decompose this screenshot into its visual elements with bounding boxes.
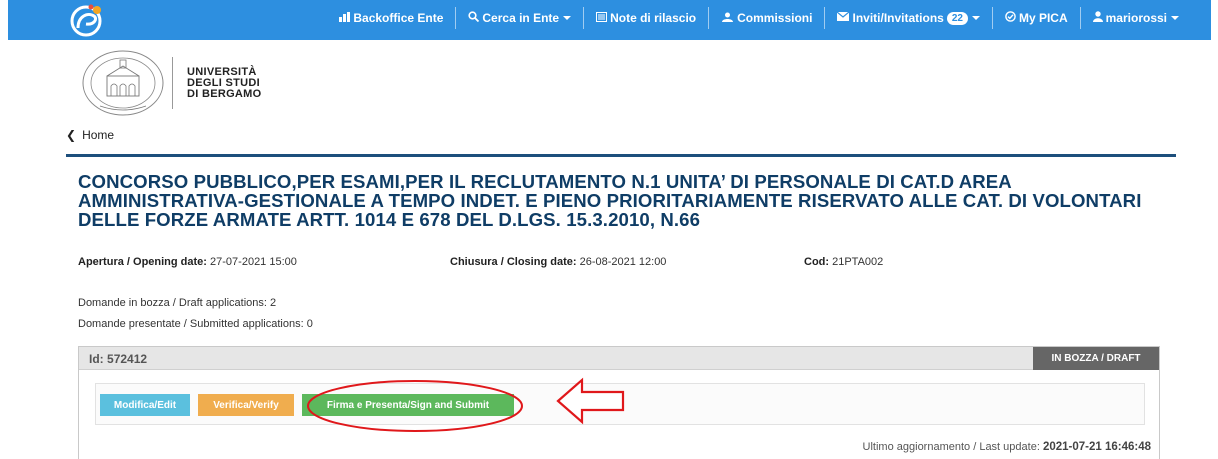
university-name-line-2: DEGLI STUDI (187, 76, 260, 89)
group-icon (721, 12, 734, 25)
section-divider (66, 154, 1176, 157)
search-icon (468, 11, 480, 25)
code-label: Cod: (804, 256, 830, 268)
university-name-line-1: UNIVERSITÀ (187, 65, 257, 78)
opening-date-value: 27-07-2021 15:00 (210, 256, 297, 268)
home-link[interactable]: ❮ Home (66, 128, 114, 142)
last-update: Ultimo aggiornamento / Last update: 2021… (863, 441, 1151, 453)
nav-inviti-label: Inviti/Invitations (852, 11, 944, 25)
opening-date-label: Apertura / Opening date: (78, 256, 207, 268)
nav-my-pica-label: My PICA (1018, 11, 1068, 25)
nav-backoffice-ente-label: Backoffice Ente (353, 11, 444, 25)
nav-user-menu[interactable]: mariorossi (1079, 7, 1191, 29)
closing-date-value: 26-08-2021 12:00 (579, 256, 667, 268)
nav-cerca-in-ente-label: Cerca in Ente (482, 11, 560, 25)
chevron-down-icon (971, 16, 980, 20)
application-id-label: Id: (89, 352, 104, 366)
submitted-applications-count: Domande presentate / Submitted applicati… (78, 318, 313, 330)
logo-divider (172, 57, 173, 109)
nav-commissioni[interactable]: Commissioni (708, 7, 824, 29)
nav-backoffice-ente[interactable]: Backoffice Ente (327, 7, 455, 29)
closing-date: Chiusura / Closing date: 26-08-2021 12:0… (450, 256, 666, 268)
chevron-down-icon (1171, 16, 1179, 20)
left-arrow-annotation (556, 377, 625, 425)
code-value: 21PTA002 (832, 256, 884, 268)
circle-check-icon (1005, 11, 1016, 25)
nav-my-pica[interactable]: My PICA (991, 7, 1080, 29)
envelope-icon (837, 11, 850, 24)
application-id: Id: 572412 (89, 352, 147, 366)
application-panel-header: Id: 572412 IN BOZZA / DRAFT (79, 347, 1159, 370)
application-id-value: 572412 (107, 352, 148, 366)
top-navbar: Backoffice Ente Cerca in Ente Note di ri… (8, 0, 1211, 40)
nav-note-di-rilascio[interactable]: Note di rilascio (583, 7, 708, 29)
opening-date: Apertura / Opening date: 27-07-2021 15:0… (78, 256, 297, 268)
navbar-menu: Backoffice Ente Cerca in Ente Note di ri… (327, 0, 1191, 36)
last-update-value: 2021-07-21 16:46:48 (1042, 441, 1151, 453)
university-name-line-3: DI BERGAMO (187, 87, 262, 100)
university-name: UNIVERSITÀ DEGLI STUDI DI BERGAMO (187, 65, 262, 100)
highlight-ellipse-annotation (307, 380, 523, 432)
chevron-down-icon (563, 16, 572, 20)
nav-note-di-rilascio-label: Note di rilascio (610, 11, 697, 25)
nav-inviti-invitations[interactable]: Inviti/Invitations 22 (824, 7, 991, 29)
nav-username: mariorossi (1105, 11, 1167, 25)
closing-date-label: Chiusura / Closing date: (450, 256, 577, 268)
pica-logo[interactable] (64, 2, 108, 38)
verify-button[interactable]: Verifica/Verify (198, 394, 294, 416)
university-logo[interactable]: UNIVERSITÀ DEGLI STUDI DI BERGAMO (80, 48, 262, 118)
status-badge: IN BOZZA / DRAFT (1033, 347, 1159, 370)
chevron-left-icon: ❮ (66, 128, 77, 142)
home-link-label: Home (82, 128, 115, 142)
university-seal-icon (82, 50, 164, 116)
list-icon (596, 11, 608, 25)
edit-button[interactable]: Modifica/Edit (100, 394, 190, 416)
nav-cerca-in-ente[interactable]: Cerca in Ente (455, 7, 583, 29)
nav-commissioni-label: Commissioni (737, 11, 813, 25)
invitations-count-badge: 22 (946, 11, 968, 25)
bar-chart-icon (339, 11, 351, 25)
draft-applications-count: Domande in bozza / Draft applications: 2 (78, 297, 277, 309)
competition-title: CONCORSO PUBBLICO,PER ESAMI,PER IL RECLU… (78, 171, 1142, 230)
competition-code: Cod: 21PTA002 (804, 256, 883, 268)
last-update-label: Ultimo aggiornamento / Last update: (862, 441, 1040, 453)
user-icon (1092, 11, 1103, 25)
